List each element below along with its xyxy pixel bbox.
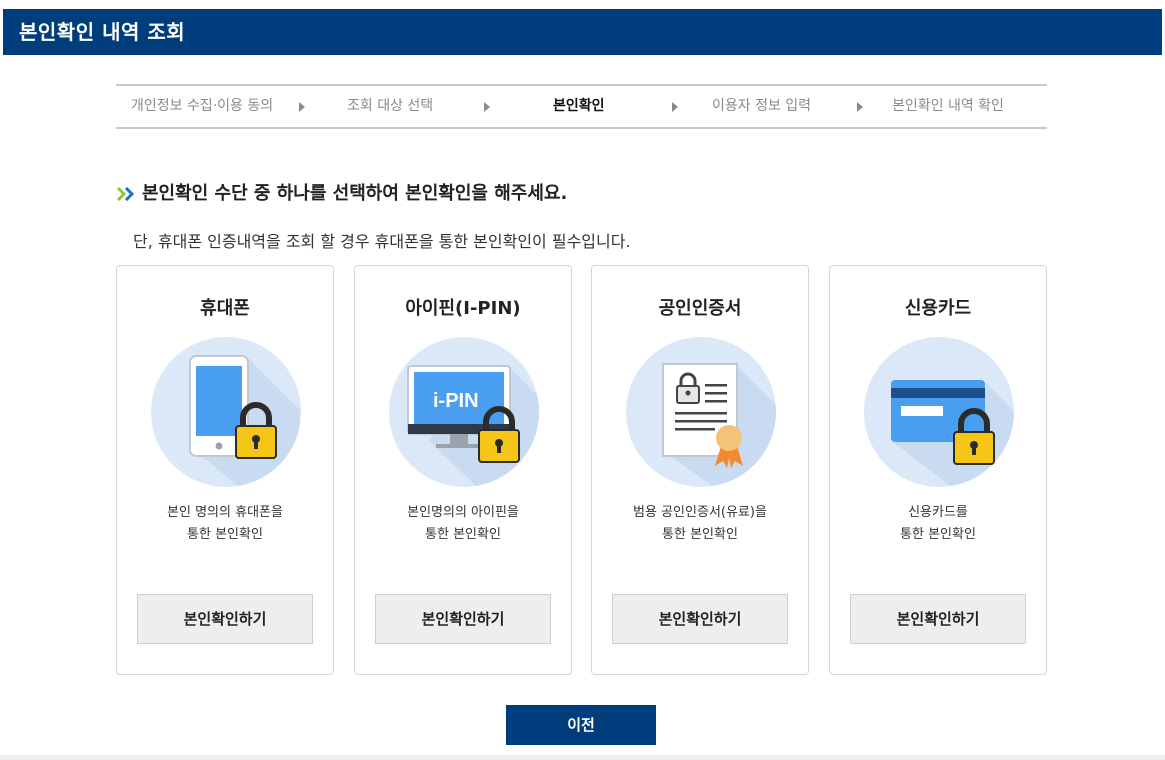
verify-ipin-button[interactable]: 본인확인하기 [375, 594, 551, 644]
card-title: 신용카드 [904, 298, 972, 319]
double-chevron-icon [116, 187, 135, 201]
card-description-line: 통한 본인확인 [187, 527, 263, 542]
step-agreement: 개인정보 수집·이용 동의 [131, 98, 274, 114]
card-description: 본인명의의 아이핀을 통한 본인확인 [355, 502, 571, 546]
card-title: 공인인증서 [658, 298, 742, 319]
page-title: 본인확인 내역 조회 [3, 9, 1162, 55]
previous-button[interactable]: 이전 [506, 705, 656, 745]
card-description-line: 통한 본인확인 [425, 527, 501, 542]
bottom-divider [0, 755, 1165, 760]
step-arrow-icon [299, 102, 305, 112]
card-description-line: 통한 본인확인 [662, 527, 738, 542]
step-indicator: 개인정보 수집·이용 동의 조회 대상 선택 본인확인 이용자 정보 입력 본인… [116, 84, 1047, 129]
card-title: 휴대폰 [200, 298, 250, 319]
step-arrow-icon [857, 102, 863, 112]
method-card-ipin: 아이핀(I-PIN) i-PIN 본인명의의 아이핀을 통한 본인확인 본인확인… [354, 265, 572, 675]
card-description: 범용 공인인증서(유료)을 통한 본인확인 [592, 502, 808, 546]
step-user-info: 이용자 정보 입력 [712, 98, 812, 114]
verify-phone-button[interactable]: 본인확인하기 [137, 594, 313, 644]
card-description-line: 본인명의의 아이핀을 [407, 505, 519, 520]
step-arrow-icon [672, 102, 678, 112]
credit-card-lock-icon [864, 337, 1014, 487]
step-identity-verify: 본인확인 [553, 98, 605, 114]
ipin-monitor-lock-icon: i-PIN [389, 337, 539, 487]
section-headline: 본인확인 수단 중 하나를 선택하여 본인확인을 해주세요. [116, 180, 567, 208]
card-description-line: 본인 명의의 휴대폰을 [167, 505, 283, 520]
method-card-certificate: 공인인증서 범용 공인인증서(유료)을 통한 본인확인 본인확인하기 [591, 265, 809, 675]
verify-certificate-button[interactable]: 본인확인하기 [612, 594, 788, 644]
ipin-screen-label: i-PIN [433, 390, 479, 412]
card-description-line: 신용카드를 [908, 505, 968, 520]
method-card-credit-card: 신용카드 신용카드를 통한 본인확인 본인확인하기 [829, 265, 1047, 675]
verify-credit-card-button[interactable]: 본인확인하기 [850, 594, 1026, 644]
phone-lock-icon [151, 337, 301, 487]
card-description: 본인 명의의 휴대폰을 통한 본인확인 [117, 502, 333, 546]
card-description-line: 범용 공인인증서(유료)을 [633, 505, 767, 520]
card-description-line: 통한 본인확인 [900, 527, 976, 542]
card-description: 신용카드를 통한 본인확인 [830, 502, 1046, 546]
headline-text: 본인확인 수단 중 하나를 선택하여 본인확인을 해주세요. [142, 183, 568, 204]
step-history-check: 본인확인 내역 확인 [892, 98, 1004, 114]
step-arrow-icon [484, 102, 490, 112]
certificate-icon [626, 337, 776, 487]
notice-text: 단, 휴대폰 인증내역을 조회 할 경우 휴대폰을 통한 본인확인이 필수입니다… [133, 232, 631, 251]
method-card-phone: 휴대폰 본인 명의의 휴대폰을 통한 본인확인 본인확인하기 [116, 265, 334, 675]
card-title: 아이핀(I-PIN) [405, 298, 521, 319]
step-target-select: 조회 대상 선택 [347, 98, 434, 114]
